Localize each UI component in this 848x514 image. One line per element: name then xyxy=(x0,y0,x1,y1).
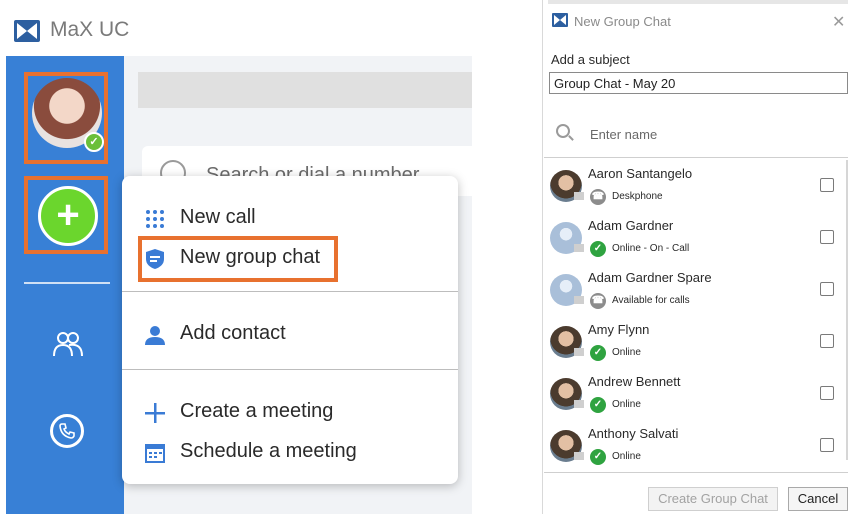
deskphone-status-icon: ☎ xyxy=(590,293,606,309)
device-badge-icon xyxy=(574,244,584,252)
contact-name: Aaron Santangelo xyxy=(588,166,693,181)
online-status-icon: ✓ xyxy=(590,241,606,257)
contact-name: Amy Flynn xyxy=(588,322,650,337)
add-button[interactable]: + xyxy=(38,186,98,246)
contact-status: Online - On - Call xyxy=(612,243,690,254)
dialpad-icon xyxy=(144,208,166,230)
contact-list: Aaron Santangelo ☎ Deskphone Adam Gardne… xyxy=(544,157,848,473)
contact-checkbox[interactable] xyxy=(820,438,834,452)
contact-checkbox[interactable] xyxy=(820,334,834,348)
app-title: MaX UC xyxy=(50,18,130,41)
menu-divider xyxy=(122,369,458,370)
contact-status: Deskphone xyxy=(612,191,663,202)
new-item-menu: New call New group chat Add contact Crea… xyxy=(122,176,458,484)
group-chat-highlight xyxy=(138,236,338,282)
menu-label: Create a meeting xyxy=(180,400,334,422)
contact-row[interactable]: Adam Gardner Spare ☎ Available for calls xyxy=(544,264,848,316)
calendar-icon xyxy=(144,442,166,464)
person-icon xyxy=(144,324,166,346)
subject-input[interactable] xyxy=(549,72,848,94)
cancel-button[interactable]: Cancel xyxy=(788,487,848,511)
online-status-icon: ✓ xyxy=(590,345,606,361)
menu-divider xyxy=(122,291,458,292)
menu-create-meeting[interactable]: Create a meeting xyxy=(122,394,458,430)
contact-name: Adam Gardner xyxy=(588,218,674,233)
device-badge-icon xyxy=(574,452,584,460)
menu-label: Add contact xyxy=(180,322,286,344)
header-bar xyxy=(138,72,472,108)
device-badge-icon xyxy=(574,400,584,408)
contact-status: Online xyxy=(612,451,641,462)
contact-status: Online xyxy=(612,399,641,410)
contacts-icon[interactable] xyxy=(52,330,84,358)
contact-name: Adam Gardner Spare xyxy=(588,270,712,285)
contact-row[interactable]: Anthony Salvati ✓ Online xyxy=(544,420,848,472)
menu-new-call[interactable]: New call xyxy=(122,200,458,236)
device-badge-icon xyxy=(574,348,584,356)
contact-checkbox[interactable] xyxy=(820,386,834,400)
contact-status: Online xyxy=(612,347,641,358)
device-badge-icon xyxy=(574,192,584,200)
presence-online-icon: ✓ xyxy=(84,132,104,152)
dialog-title: New Group Chat xyxy=(574,14,671,29)
contact-row[interactable]: Aaron Santangelo ☎ Deskphone xyxy=(544,160,848,212)
contact-name: Anthony Salvati xyxy=(588,426,679,441)
menu-label: Schedule a meeting xyxy=(180,440,357,462)
contact-row[interactable]: Andrew Bennett ✓ Online xyxy=(544,368,848,420)
online-status-icon: ✓ xyxy=(590,449,606,465)
contact-checkbox[interactable] xyxy=(820,282,834,296)
menu-schedule-meeting[interactable]: Schedule a meeting xyxy=(122,434,458,470)
contact-name: Andrew Bennett xyxy=(588,374,681,389)
contact-row[interactable]: Adam Gardner ✓ Online - On - Call xyxy=(544,212,848,264)
create-group-chat-button[interactable]: Create Group Chat xyxy=(648,487,778,511)
menu-add-contact[interactable]: Add contact xyxy=(122,316,458,352)
online-status-icon: ✓ xyxy=(590,397,606,413)
device-badge-icon xyxy=(574,296,584,304)
app-window: MaX UC Search or dial a number ✓ + New c… xyxy=(0,0,472,514)
contact-status: Available for calls xyxy=(612,295,690,306)
sidebar-divider xyxy=(24,282,110,284)
contact-checkbox[interactable] xyxy=(820,178,834,192)
title-bar: MaX UC xyxy=(0,0,472,56)
plus-icon xyxy=(144,402,166,424)
app-logo-icon xyxy=(552,13,568,27)
menu-label: New call xyxy=(180,206,256,228)
contact-checkbox[interactable] xyxy=(820,230,834,244)
app-logo-icon xyxy=(14,20,40,42)
window-edge xyxy=(548,0,848,4)
phone-icon[interactable] xyxy=(50,414,84,448)
close-icon[interactable]: ✕ xyxy=(832,12,845,32)
subject-label: Add a subject xyxy=(551,52,630,67)
deskphone-status-icon: ☎ xyxy=(590,189,606,205)
contact-row[interactable]: Amy Flynn ✓ Online xyxy=(544,316,848,368)
contact-search-input[interactable] xyxy=(590,124,840,144)
